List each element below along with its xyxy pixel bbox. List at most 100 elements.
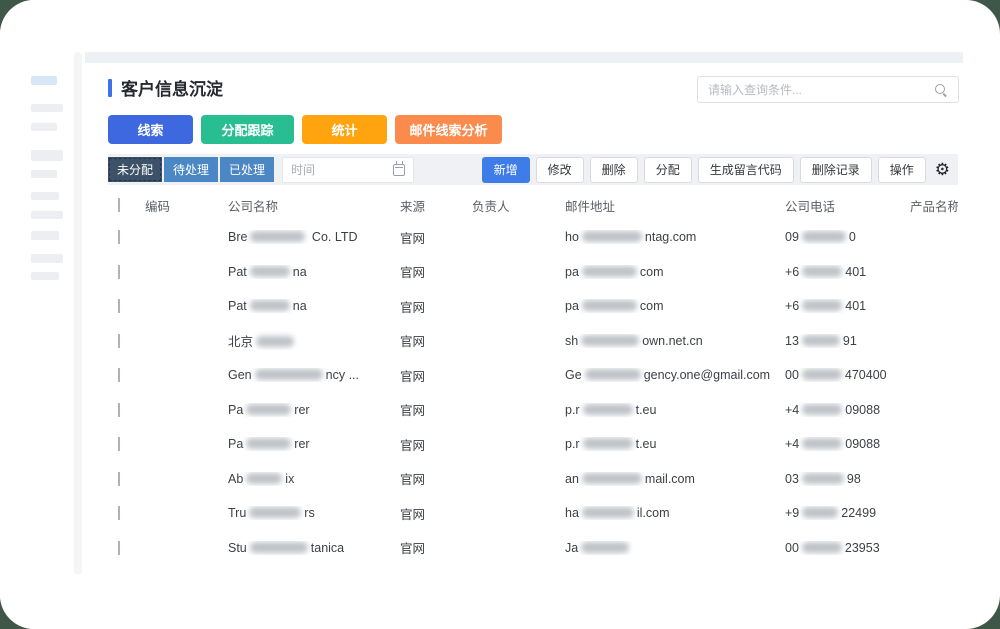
action-buttons: 新增修改删除分配生成留言代码删除记录操作 (482, 157, 926, 183)
row-checkbox[interactable] (118, 230, 120, 244)
sidebar-scrollbar[interactable] (74, 52, 82, 575)
checkbox-cell (108, 403, 135, 417)
filter-toolbar: 未分配待处理已处理 时间 新增修改删除分配生成留言代码删除记录操作 ⚙ (108, 154, 958, 185)
action-button-operations[interactable]: 操作 (878, 157, 926, 183)
redacted-text (802, 369, 842, 380)
customer-table: 编码公司名称来源负责人邮件地址公司电话产品名称 Bre Co. LTD官网hon… (85, 190, 958, 565)
source-cell: 官网 (390, 469, 462, 488)
table-row[interactable]: Patna官网pacom+6401 (108, 255, 958, 290)
filter-tab-pending[interactable]: 待处理 (164, 157, 218, 182)
status-filter-tabs: 未分配待处理已处理 (108, 157, 274, 182)
email-cell: Gegency.one@gmail.com (555, 368, 775, 382)
row-checkbox[interactable] (118, 541, 120, 555)
row-checkbox[interactable] (118, 506, 120, 520)
search-input[interactable] (708, 83, 934, 97)
phone-cell: +409088 (775, 403, 900, 417)
row-checkbox[interactable] (118, 299, 120, 313)
sidebar-item[interactable] (31, 192, 59, 200)
table-row[interactable]: Abix官网anmail.com0398 (108, 462, 958, 497)
redacted-text (802, 473, 844, 484)
checkbox-cell (108, 541, 135, 555)
redacted-text (582, 231, 642, 242)
sidebar-item[interactable] (31, 254, 63, 263)
company-cell: Parer (218, 403, 390, 417)
column-header: 邮件地址 (555, 196, 775, 215)
nav-button-leads[interactable]: 线索 (108, 115, 193, 144)
filter-tab-processed[interactable]: 已处理 (220, 157, 274, 182)
column-header: 公司电话 (775, 196, 900, 215)
redacted-text (583, 404, 633, 415)
redacted-text (802, 404, 842, 415)
page-title: 客户信息沉淀 (121, 75, 223, 100)
source-cell: 官网 (390, 228, 462, 247)
sidebar-item[interactable] (31, 170, 57, 178)
column-header: 公司名称 (218, 196, 390, 215)
table-body: Bre Co. LTD官网hontag.com090Patna官网pacom+6… (108, 220, 958, 565)
redacted-text (585, 369, 641, 380)
redacted-text (246, 473, 282, 484)
sidebar-item[interactable] (31, 104, 63, 112)
table-row[interactable]: Stutanica官网Ja0023953 (108, 531, 958, 566)
sidebar-item[interactable] (31, 211, 63, 219)
action-button-add[interactable]: 新增 (482, 157, 530, 183)
redacted-text (250, 266, 290, 277)
phone-cell: 0023953 (775, 541, 900, 555)
sidebar-item[interactable] (31, 231, 59, 240)
sidebar-item-active[interactable] (31, 76, 57, 85)
search-icon[interactable] (934, 83, 948, 97)
row-checkbox[interactable] (118, 265, 120, 279)
action-button-delete[interactable]: 删除 (590, 157, 638, 183)
table-row[interactable]: Bre Co. LTD官网hontag.com090 (108, 220, 958, 255)
phone-cell: +6401 (775, 299, 900, 313)
checkbox-cell (108, 437, 135, 451)
table-row[interactable]: Patna官网pacom+6401 (108, 289, 958, 324)
action-button-generate-message-code[interactable]: 生成留言代码 (698, 157, 794, 183)
action-button-delete-records[interactable]: 删除记录 (800, 157, 872, 183)
nav-button-email-leads-analysis[interactable]: 邮件线索分析 (395, 115, 502, 144)
time-filter[interactable]: 时间 (282, 157, 414, 183)
redacted-text (246, 438, 291, 449)
company-cell: Patna (218, 299, 390, 313)
row-checkbox[interactable] (118, 472, 120, 486)
table-row[interactable]: Genncy ...官网Gegency.one@gmail.com0047040… (108, 358, 958, 393)
table-row[interactable]: Trurs官网hail.com+922499 (108, 496, 958, 531)
redacted-text (250, 300, 290, 311)
row-checkbox[interactable] (118, 403, 120, 417)
action-button-edit[interactable]: 修改 (536, 157, 584, 183)
search-box[interactable] (697, 76, 959, 103)
action-button-assign[interactable]: 分配 (644, 157, 692, 183)
email-cell: p.rt.eu (555, 403, 775, 417)
company-cell: Parer (218, 437, 390, 451)
table-row[interactable]: Parer官网p.rt.eu+409088 (108, 393, 958, 428)
row-checkbox[interactable] (118, 334, 120, 348)
table-row[interactable]: 北京官网shown.net.cn1391 (108, 324, 958, 359)
redacted-text (581, 335, 639, 346)
email-cell: p.rt.eu (555, 437, 775, 451)
redacted-text (249, 507, 301, 518)
company-cell: Patna (218, 265, 390, 279)
nav-button-assign-track[interactable]: 分配跟踪 (201, 115, 294, 144)
source-cell: 官网 (390, 538, 462, 557)
sidebar-item[interactable] (31, 272, 59, 280)
checkbox-cell (108, 265, 135, 279)
redacted-text (250, 542, 308, 553)
nav-button-stats[interactable]: 统计 (302, 115, 387, 144)
card-header: 客户信息沉淀 (85, 63, 963, 100)
column-header: 编码 (135, 196, 218, 215)
row-checkbox[interactable] (118, 437, 120, 451)
sidebar-item[interactable] (31, 123, 57, 131)
table-row[interactable]: Parer官网p.rt.eu+409088 (108, 427, 958, 462)
select-all-checkbox[interactable] (118, 198, 120, 212)
source-cell: 官网 (390, 366, 462, 385)
customer-info-card: 客户信息沉淀 线索分配跟踪统计邮件线索分析 未分配待处理已处理 时间 新增修改删… (85, 63, 963, 629)
phone-cell: +6401 (775, 265, 900, 279)
checkbox-cell (108, 230, 135, 244)
settings-gear-icon[interactable]: ⚙ (935, 161, 950, 178)
filter-tab-unassigned[interactable]: 未分配 (108, 157, 162, 182)
redacted-text (255, 369, 323, 380)
sidebar-item[interactable] (31, 150, 63, 161)
calendar-icon[interactable] (393, 164, 405, 176)
row-checkbox[interactable] (118, 368, 120, 382)
checkbox-cell (108, 472, 135, 486)
source-cell: 官网 (390, 504, 462, 523)
